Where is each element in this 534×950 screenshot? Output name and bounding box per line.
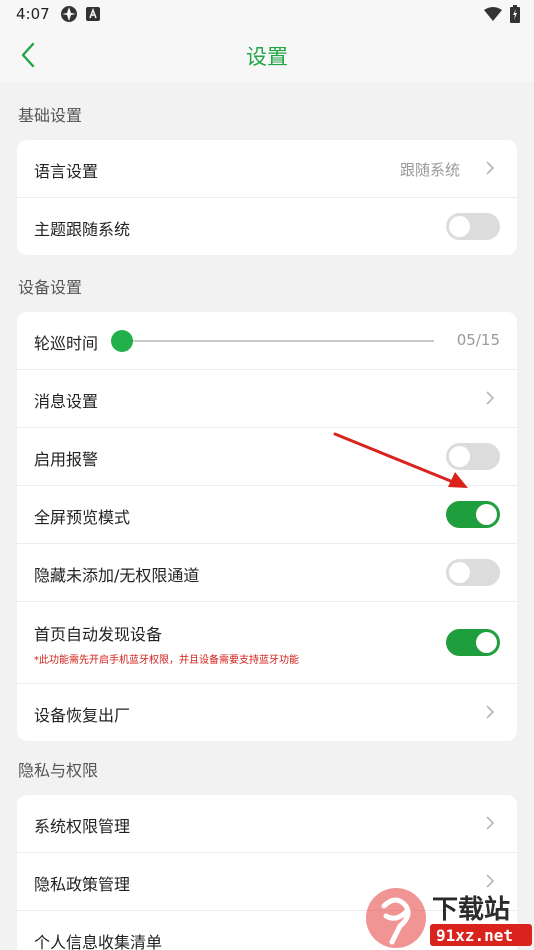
patrol-time-label: 轮巡时间 <box>34 334 99 353</box>
patrol-time-slider-thumb[interactable] <box>111 330 133 352</box>
section-title-privacy: 隐私与权限 <box>18 761 99 780</box>
app-bar: 设置 <box>0 28 534 82</box>
message-settings-row[interactable]: 消息设置 <box>17 370 517 428</box>
patrol-time-slider-track[interactable] <box>118 340 434 342</box>
fullscreen-preview-label: 全屏预览模式 <box>34 508 131 527</box>
factory-reset-label: 设备恢复出厂 <box>34 706 131 725</box>
device-settings-card: 轮巡时间 05/15 消息设置 启用报警 全屏预览模式 隐藏未添加/无权限通道 … <box>17 312 517 741</box>
patrol-time-row: 轮巡时间 05/15 <box>17 312 517 370</box>
toggle-knob <box>449 562 470 583</box>
watermark-logo: 下载站 91xz.net <box>366 888 532 948</box>
watermark-text-top: 下载站 <box>432 895 510 925</box>
section-title-basic: 基础设置 <box>18 106 83 125</box>
hide-channels-toggle[interactable] <box>446 559 500 586</box>
auto-discover-toggle[interactable] <box>446 629 500 656</box>
auto-discover-label: 首页自动发现设备 <box>34 625 163 644</box>
toggle-knob <box>449 216 470 237</box>
app-notification-icon <box>60 5 78 27</box>
patrol-time-value: 05/15 <box>456 331 500 349</box>
theme-follow-system-toggle[interactable] <box>446 213 500 240</box>
chevron-right-icon <box>486 816 495 830</box>
battery-icon <box>510 5 520 27</box>
privacy-policy-label: 隐私政策管理 <box>34 875 131 894</box>
annotation-arrow <box>333 432 468 488</box>
chevron-right-icon <box>486 705 495 719</box>
chevron-right-icon <box>486 161 495 175</box>
language-setting-value: 跟随系统 <box>399 161 460 179</box>
fullscreen-preview-toggle[interactable] <box>446 501 500 528</box>
toggle-knob <box>476 504 497 525</box>
hide-channels-row: 隐藏未添加/无权限通道 <box>17 544 517 602</box>
theme-follow-system-label: 主题跟随系统 <box>34 220 131 239</box>
basic-settings-card: 语言设置 跟随系统 主题跟随系统 <box>17 140 517 255</box>
section-title-device: 设备设置 <box>18 278 83 297</box>
system-permissions-label: 系统权限管理 <box>34 817 131 836</box>
watermark-text-bottom: 91xz.net <box>436 926 513 945</box>
status-bar: 4:07 <box>0 0 534 28</box>
text-notification-icon <box>86 6 100 25</box>
factory-reset-row[interactable]: 设备恢复出厂 <box>17 684 517 741</box>
page-title: 设置 <box>246 45 288 69</box>
toggle-knob <box>476 632 497 653</box>
personal-info-list-label: 个人信息收集清单 <box>34 933 163 950</box>
hide-channels-label: 隐藏未添加/无权限通道 <box>34 566 200 585</box>
fullscreen-preview-row: 全屏预览模式 <box>17 486 517 544</box>
auto-discover-row: 首页自动发现设备 *此功能需先开启手机蓝牙权限，并且设备需要支持蓝牙功能 <box>17 602 517 684</box>
language-setting-label: 语言设置 <box>34 162 99 181</box>
wifi-icon <box>484 6 502 25</box>
status-time: 4:07 <box>16 5 50 23</box>
chevron-right-icon <box>486 391 495 405</box>
bluetooth-note: *此功能需先开启手机蓝牙权限，并且设备需要支持蓝牙功能 <box>34 655 299 666</box>
language-setting-row[interactable]: 语言设置 跟随系统 <box>17 140 517 198</box>
system-permissions-row[interactable]: 系统权限管理 <box>17 795 517 853</box>
enable-alarm-label: 启用报警 <box>34 450 99 469</box>
theme-follow-system-row: 主题跟随系统 <box>17 198 517 255</box>
message-settings-label: 消息设置 <box>34 392 99 411</box>
